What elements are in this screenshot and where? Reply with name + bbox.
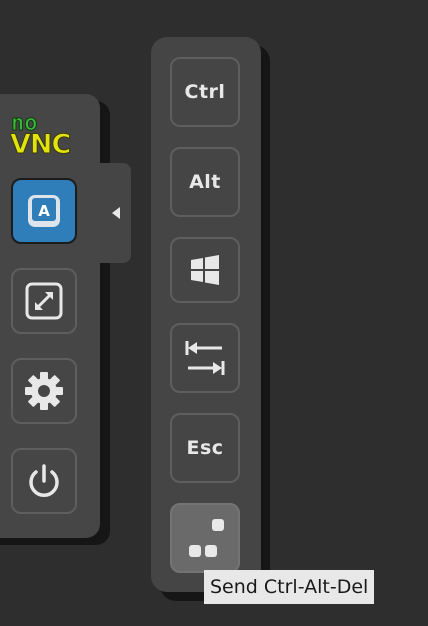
power-button[interactable]	[11, 448, 77, 514]
caret-left-icon[interactable]	[112, 207, 120, 219]
ctrl-alt-del-button[interactable]	[170, 503, 240, 573]
ctrl-key-label: Ctrl	[184, 81, 226, 103]
ctrl-key-button[interactable]: Ctrl	[170, 57, 240, 127]
tab-key-button[interactable]	[170, 323, 240, 393]
fullscreen-icon	[25, 282, 63, 320]
tab-icon	[185, 341, 225, 375]
keyboard-button[interactable]: A	[11, 178, 77, 244]
svg-text:A: A	[38, 202, 50, 220]
gear-icon	[25, 372, 63, 410]
power-icon	[29, 464, 59, 497]
windows-key-button[interactable]	[170, 237, 240, 303]
ctrl-alt-del-icon	[189, 519, 224, 557]
fullscreen-button[interactable]	[11, 268, 77, 334]
esc-key-button[interactable]: Esc	[170, 413, 240, 483]
alt-key-button[interactable]: Alt	[170, 147, 240, 217]
settings-button[interactable]	[11, 358, 77, 424]
svg-text:VNC: VNC	[10, 129, 70, 158]
alt-key-label: Alt	[189, 171, 221, 193]
tooltip: Send Ctrl-Alt-Del	[204, 570, 375, 604]
windows-icon	[191, 255, 219, 285]
vnc-viewer: no VNC A Ctrl Alt Esc Send Ctrl-Alt-Del	[0, 0, 428, 626]
esc-key-label: Esc	[186, 437, 224, 459]
novnc-logo: no VNC	[10, 111, 72, 159]
keyboard-icon: A	[28, 195, 60, 227]
